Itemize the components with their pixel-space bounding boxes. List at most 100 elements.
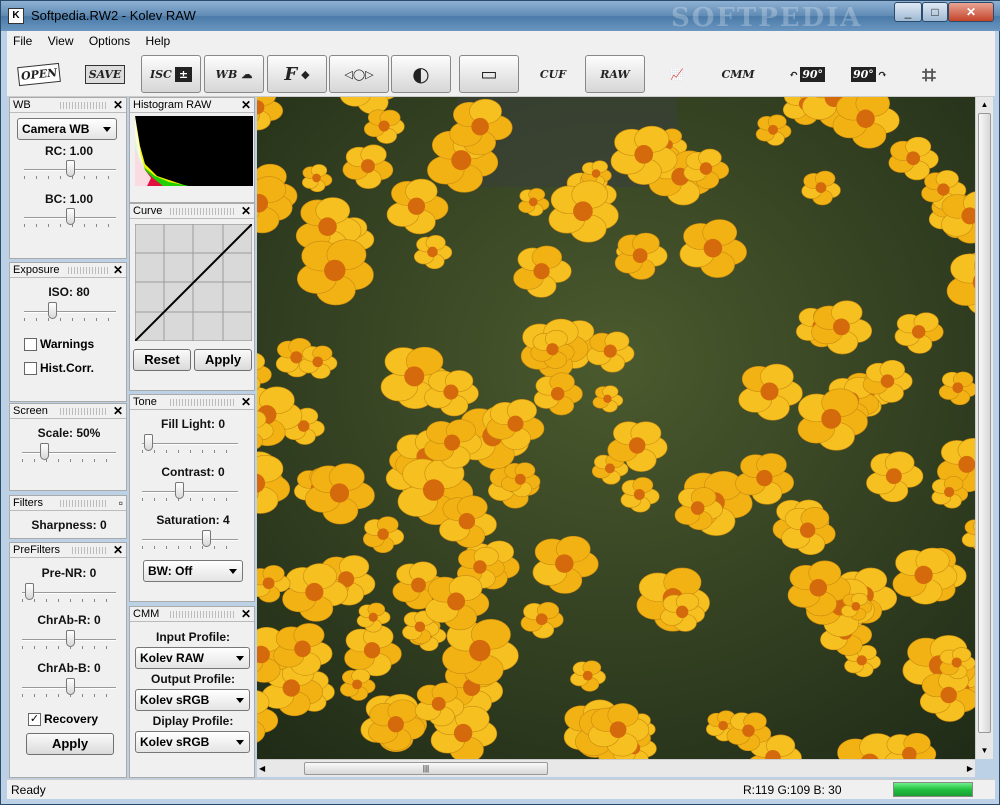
tone-panel-header: Tone ✕ <box>130 395 254 410</box>
isc-label: ISC <box>149 67 172 81</box>
input-profile-select[interactable]: Kolev RAW <box>135 647 250 669</box>
scale-slider-knob[interactable] <box>40 443 49 460</box>
contrast-button[interactable]: ◐ <box>391 55 451 93</box>
display-profile-value: Kolev sRGB <box>140 735 210 749</box>
close-icon[interactable]: ✕ <box>241 98 251 112</box>
save-button[interactable]: SAVE <box>83 55 127 93</box>
prenr-slider-knob[interactable] <box>25 583 34 600</box>
filters-button[interactable]: F ◆ <box>267 55 327 93</box>
menu-options[interactable]: Options <box>83 31 136 51</box>
drop-icon: ◆ <box>301 67 310 81</box>
minimize-button[interactable]: _ <box>894 2 922 22</box>
curve-reset-button[interactable]: Reset <box>133 349 191 371</box>
curve-apply-button[interactable]: Apply <box>194 349 252 371</box>
fill-light-slider[interactable] <box>142 434 238 453</box>
prefilters-apply-button[interactable]: Apply <box>26 733 114 755</box>
rc-slider[interactable] <box>24 160 116 179</box>
scroll-down-icon[interactable]: ▼ <box>976 743 993 759</box>
close-icon[interactable]: ✕ <box>241 607 251 621</box>
graph-button[interactable]: 📈 <box>647 55 707 93</box>
iso-slider-knob[interactable] <box>48 302 57 319</box>
scroll-left-icon[interactable]: ◀ <box>259 760 265 777</box>
menu-file[interactable]: File <box>7 31 38 51</box>
bc-slider[interactable] <box>24 208 116 227</box>
filters-panel-header: Filters ▫ <box>10 496 126 511</box>
display-profile-label: Diplay Profile: <box>152 714 234 728</box>
prenr-slider[interactable] <box>22 583 116 602</box>
menu-help[interactable]: Help <box>140 31 177 51</box>
rotate-left-button[interactable]: ↶ 90° <box>777 55 837 93</box>
vertical-scrollbar[interactable]: ▲ ▼ <box>975 97 993 759</box>
wb-button[interactable]: WB ☁ <box>204 55 264 93</box>
monitor-icon: ▭ <box>480 63 498 85</box>
chrab-r-label: ChrAb-R: 0 <box>37 613 101 627</box>
close-icon[interactable]: ✕ <box>113 98 123 112</box>
contrast-slider[interactable] <box>142 482 238 501</box>
isc-button[interactable]: ISC ± <box>141 55 201 93</box>
chrab-r-slider-knob[interactable] <box>66 630 75 647</box>
close-icon[interactable]: ✕ <box>113 263 123 277</box>
chrab-b-slider[interactable] <box>22 678 116 697</box>
display-button[interactable]: ▭ <box>459 55 519 93</box>
image-preview[interactable] <box>257 97 975 759</box>
close-icon[interactable]: ✕ <box>113 543 123 557</box>
saturation-label: Saturation: 4 <box>156 513 230 527</box>
rotate-left-icon: ↶ <box>788 67 799 81</box>
scroll-up-icon[interactable]: ▲ <box>976 97 993 113</box>
bw-select[interactable]: BW: Off <box>143 560 243 582</box>
menu-view[interactable]: View <box>42 31 80 51</box>
chrab-b-label: ChrAb-B: 0 <box>37 661 101 675</box>
contrast-label: Contrast: 0 <box>161 465 225 479</box>
cuf-label: CUF <box>539 67 567 81</box>
curve-tool-button[interactable]: ◁◯▷ <box>329 55 389 93</box>
warnings-checkbox[interactable] <box>24 338 37 351</box>
maximize-button[interactable]: □ <box>922 2 948 22</box>
scroll-right-icon[interactable]: ▶ <box>967 760 973 777</box>
iso-slider[interactable] <box>24 302 116 321</box>
cmm-button[interactable]: CMM <box>707 55 769 93</box>
rotate-right-button[interactable]: 90° ↷ <box>839 55 899 93</box>
scale-label: Scale: 50% <box>37 426 101 440</box>
vertical-scroll-thumb[interactable] <box>978 113 991 733</box>
raw-button[interactable]: RAW <box>585 55 645 93</box>
rotate-right-label: 90° <box>850 66 876 82</box>
cuf-button[interactable]: CUF <box>523 55 583 93</box>
wb-mode-value: Camera WB <box>22 122 90 136</box>
recovery-checkbox[interactable]: ✓ <box>28 713 41 726</box>
graph-icon: 📈 <box>670 67 684 81</box>
save-label: SAVE <box>84 64 126 84</box>
input-profile-label: Input Profile: <box>156 630 230 644</box>
output-profile-select[interactable]: Kolev sRGB <box>135 689 250 711</box>
open-button[interactable]: OPEN <box>15 55 63 93</box>
watermark: SOFTPEDIA <box>671 3 863 33</box>
raw-label: RAW <box>600 67 630 81</box>
curve-editor[interactable] <box>135 224 252 341</box>
contrast-slider-knob[interactable] <box>175 482 184 499</box>
cmm-panel-header: CMM ✕ <box>130 607 254 622</box>
horizontal-scroll-thumb[interactable]: ||| <box>304 762 548 775</box>
plus-minus-icon: ± <box>174 66 193 82</box>
close-icon[interactable]: ✕ <box>241 204 251 218</box>
progress-indicator <box>893 782 973 797</box>
crop-button[interactable]: ⌗ <box>905 55 953 93</box>
wb-mode-select[interactable]: Camera WB <box>17 118 117 140</box>
display-profile-select[interactable]: Kolev sRGB <box>135 731 250 753</box>
chrab-r-slider[interactable] <box>22 630 116 649</box>
input-profile-value: Kolev RAW <box>140 651 205 665</box>
scale-slider[interactable] <box>22 443 116 462</box>
close-button[interactable]: ✕ <box>948 2 994 22</box>
close-icon[interactable]: ✕ <box>241 395 251 409</box>
wb-panel-header: WB ✕ <box>10 98 126 113</box>
chrab-b-slider-knob[interactable] <box>66 678 75 695</box>
bc-slider-knob[interactable] <box>66 208 75 225</box>
restore-icon[interactable]: ▫ <box>119 496 123 510</box>
toolbar: OPEN SAVE ISC ± WB ☁ F ◆ ◁◯▷ ◐ ▭ CUF RAW 📈 … <box>7 51 995 97</box>
fill-light-slider-knob[interactable] <box>144 434 153 451</box>
horizontal-scrollbar[interactable]: ◀ ||| ▶ <box>257 759 975 777</box>
saturation-slider-knob[interactable] <box>202 530 211 547</box>
histcorr-checkbox[interactable] <box>24 362 37 375</box>
close-icon[interactable]: ✕ <box>113 404 123 418</box>
cmm-panel: CMM ✕ Input Profile: Kolev RAW Output Pro… <box>129 606 255 778</box>
rc-slider-knob[interactable] <box>66 160 75 177</box>
saturation-slider[interactable] <box>142 530 238 549</box>
